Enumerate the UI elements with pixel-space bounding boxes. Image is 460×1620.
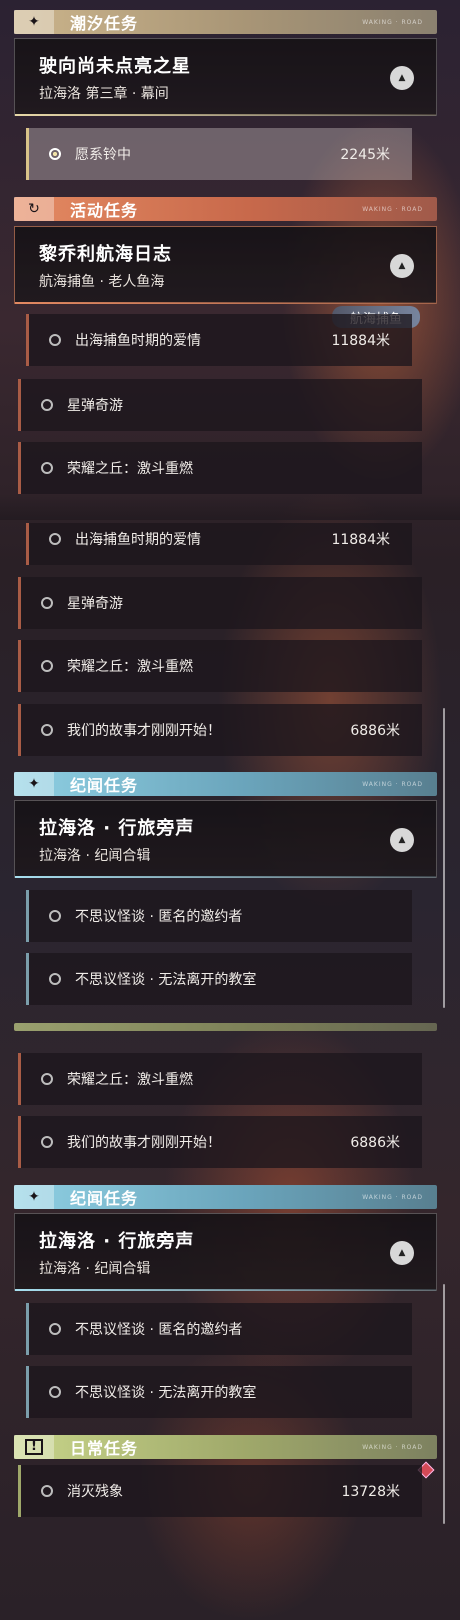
sub-quest-label: 荣耀之丘：激斗重燃 [67,1072,193,1088]
category-title: 纪闻任务 [70,776,139,795]
category-decoration: WAKING · ROAD [362,1443,423,1451]
radio-icon [41,1485,53,1497]
radio-icon [49,1386,61,1398]
category-decoration: WAKING · ROAD [362,780,423,788]
quest-subtitle: 航海捕鱼 · 老人鱼海 [39,274,165,290]
sub-quest-label: 我们的故事才刚刚开始！ [67,723,221,739]
category-header-lore[interactable]: ✦ 纪闻任务 WAKING · ROAD [14,772,437,796]
sub-quest-distance: 11884米 [331,532,390,548]
sub-quest-item[interactable]: 不思议怪谈 · 无法离开的教室 [26,953,412,1005]
collapse-icon[interactable]: ▲ [390,254,414,278]
sub-quest-item[interactable]: 消灭残象 13728米 [18,1465,422,1517]
category-header-daily-partial [14,1023,437,1031]
sub-quest-item[interactable]: 不思议怪谈 · 匿名的邀约者 [26,1303,412,1355]
category-decoration: WAKING · ROAD [362,18,423,26]
category-title: 活动任务 [70,201,139,220]
main-quest-card[interactable]: 黎乔利航海日志 航海捕鱼 · 老人鱼海 ▲ [14,226,437,304]
quest-title: 拉海洛 · 行旅旁声 [39,1231,195,1252]
category-title: 纪闻任务 [70,1189,139,1208]
sub-quest-item[interactable]: 不思议怪谈 · 匿名的邀约者 [26,890,412,942]
sub-quest-distance: 2245米 [340,147,390,163]
radio-icon [49,1323,61,1335]
quest-subtitle: 拉海洛 · 纪闻合辑 [39,1261,151,1277]
radio-icon [49,533,61,545]
sub-quest-label: 荣耀之丘：激斗重燃 [67,461,193,477]
sub-quest-distance: 13728米 [341,1484,400,1500]
sub-quest-item[interactable]: 我们的故事才刚刚开始！ 6886米 [18,1116,422,1168]
radio-icon [41,660,53,672]
scrollbar[interactable] [443,1284,445,1524]
cycle-icon: ↻ [14,197,54,221]
sub-quest-distance: 6886米 [350,723,400,739]
main-quest-card[interactable]: 拉海洛 · 行旅旁声 拉海洛 · 纪闻合辑 ▲ [14,1213,437,1291]
sub-quest-label: 荣耀之丘：激斗重燃 [67,659,193,675]
sparkle-icon: ✦ [14,1185,54,1209]
category-header-tide[interactable]: ✦ 潮汐任务 WAKING · ROAD [14,10,437,34]
sub-quest-label: 不思议怪谈 · 匿名的邀约者 [75,1322,243,1338]
sparkle-icon: ✦ [14,772,54,796]
radio-icon [41,399,53,411]
category-title: 日常任务 [70,1439,139,1458]
sub-quest-label: 愿系铃中 [75,147,131,163]
category-decoration: WAKING · ROAD [362,205,423,213]
radio-icon [49,973,61,985]
sub-quest-item[interactable]: 荣耀之丘：激斗重燃 [18,640,422,692]
quest-panel-3: 荣耀之丘：激斗重燃 我们的故事才刚刚开始！ 6886米 ✦ 纪闻任务 WAKIN… [0,1044,460,1620]
quest-underline [15,114,436,116]
sub-quest-item[interactable]: 我们的故事才刚刚开始！ 6886米 [18,704,422,756]
sub-quest-label: 出海捕鱼时期的爱情 [75,532,201,548]
sub-quest-label: 消灭残象 [67,1484,123,1500]
category-decoration: WAKING · ROAD [362,1193,423,1201]
quest-title: 驶向尚未点亮之星 [39,56,191,77]
collapse-icon[interactable]: ▲ [390,828,414,852]
radio-icon [41,724,53,736]
sub-quest-item[interactable]: 出海捕鱼时期的爱情 11884米 [26,523,412,565]
radio-icon [49,334,61,346]
quest-underline [15,302,436,304]
sub-quest-label: 我们的故事才刚刚开始！ [67,1135,221,1151]
sub-quest-label: 不思议怪谈 · 无法离开的教室 [75,1385,257,1401]
category-header-daily[interactable]: ! 日常任务 WAKING · ROAD [14,1435,437,1459]
sub-quest-label: 不思议怪谈 · 匿名的邀约者 [75,909,243,925]
sub-quest-item[interactable]: 不思议怪谈 · 无法离开的教室 [26,1366,412,1418]
quest-subtitle: 拉海洛 第三章 · 幕间 [39,86,169,102]
category-header-lore[interactable]: ✦ 纪闻任务 WAKING · ROAD [14,1185,437,1209]
quest-underline [15,876,436,878]
sub-quest-label: 出海捕鱼时期的爱情 [75,333,201,349]
sub-quest-distance: 11884米 [331,333,390,349]
radio-icon [41,1073,53,1085]
sub-quest-label: 星弹奇游 [67,398,123,414]
panel-fade [0,494,460,520]
quest-panel-1: ✦ 潮汐任务 WAKING · ROAD 驶向尚未点亮之星 拉海洛 第三章 · … [0,0,460,520]
quest-title: 拉海洛 · 行旅旁声 [39,818,195,839]
radio-icon [49,148,61,160]
quest-subtitle: 拉海洛 · 纪闻合辑 [39,848,151,864]
collapse-icon[interactable]: ▲ [390,1241,414,1265]
sub-quest-distance: 6886米 [350,1135,400,1151]
main-quest-card[interactable]: 拉海洛 · 行旅旁声 拉海洛 · 纪闻合辑 ▲ [14,800,437,878]
category-title: 潮汐任务 [70,14,139,33]
alert-icon: ! [14,1435,54,1459]
radio-icon [41,462,53,474]
sub-quest-label: 星弹奇游 [67,596,123,612]
main-quest-card[interactable]: 驶向尚未点亮之星 拉海洛 第三章 · 幕间 ▲ [14,38,437,116]
quest-panel-2: 出海捕鱼时期的爱情 11884米 星弹奇游 荣耀之丘：激斗重燃 我们的故事才刚刚… [0,523,460,1041]
radio-icon [49,910,61,922]
sub-quest-item[interactable]: 荣耀之丘：激斗重燃 [18,442,422,494]
sub-quest-item[interactable]: 荣耀之丘：激斗重燃 [18,1053,422,1105]
sub-quest-item[interactable]: 星弹奇游 [18,379,422,431]
sub-quest-item[interactable]: 星弹奇游 [18,577,422,629]
quest-underline [15,1289,436,1291]
category-header-event[interactable]: ↻ 活动任务 WAKING · ROAD [14,197,437,221]
scrollbar[interactable] [443,708,445,1008]
sub-quest-item[interactable]: 出海捕鱼时期的爱情 11884米 [26,314,412,366]
sub-quest-item[interactable]: 愿系铃中 2245米 [26,128,412,180]
collapse-icon[interactable]: ▲ [390,66,414,90]
sub-quest-label: 不思议怪谈 · 无法离开的教室 [75,972,257,988]
quest-title: 黎乔利航海日志 [39,244,172,265]
radio-icon [41,597,53,609]
radio-icon [41,1136,53,1148]
sparkle-icon: ✦ [14,10,54,34]
